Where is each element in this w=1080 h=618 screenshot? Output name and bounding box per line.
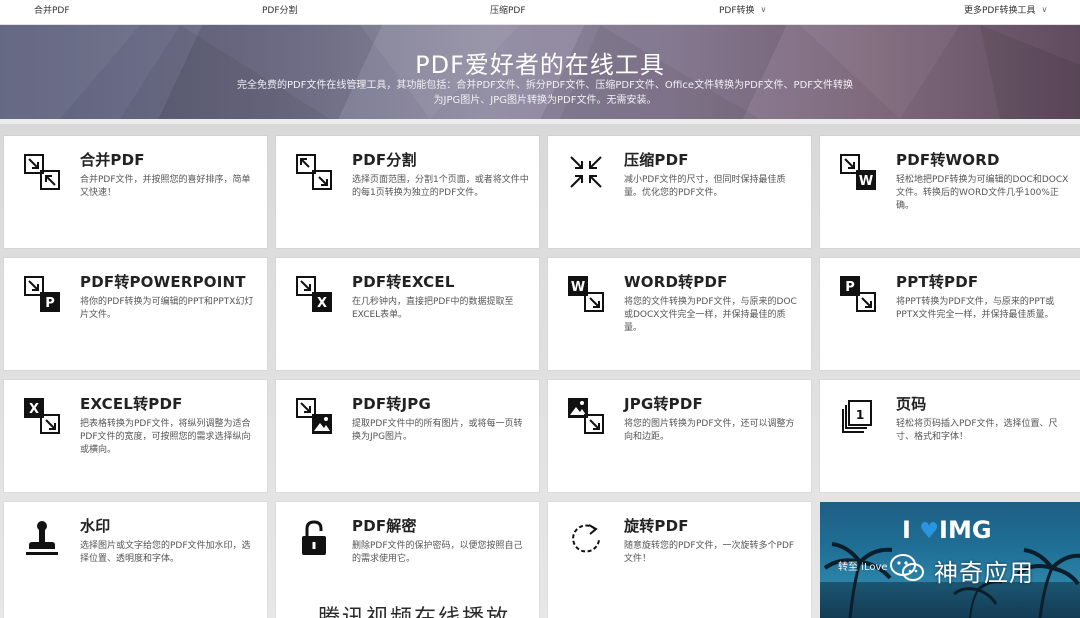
tool-title: JPG转PDF: [624, 395, 703, 413]
tool-description: 选择页面范围，分割1个页面，或者将文件中的每1页转换为独立的PDF文件。: [352, 175, 529, 198]
split-icon: [295, 153, 333, 191]
tool-title: PDF分割: [352, 151, 417, 169]
promo-brand-left: I: [902, 516, 911, 544]
tool-description: 选择图片或文字给您的PDF文件加水印，选择位置、透明度和字体。: [80, 541, 251, 564]
hero-title: PDF爱好者的在线工具: [415, 51, 665, 79]
svg-text:W: W: [571, 280, 585, 295]
nav-label: 合并PDF: [34, 6, 70, 16]
excel-to-pdf-icon: X: [23, 397, 61, 435]
chevron-down-icon: ∨: [760, 5, 767, 14]
compress-icon: [567, 153, 605, 191]
tool-title: PDF转WORD: [896, 151, 1000, 169]
hero-banner: PDF爱好者的在线工具 完全免费的PDF文件在线管理工具，其功能包括：合并PDF…: [0, 25, 1080, 119]
tool-description: 减小PDF文件的尺寸，但同时保持最佳质量。优化您的PDF文件。: [624, 175, 786, 198]
tool-title: EXCEL转PDF: [80, 395, 183, 413]
tool-title: 水印: [80, 517, 111, 535]
nav-label: 压缩PDF: [490, 6, 526, 16]
word-icon: W: [839, 153, 877, 191]
tool-description: 轻松将页码插入PDF文件，选择位置、尺寸、格式和字体！: [896, 419, 1058, 442]
tool-description: 在几秒钟内，直接把PDF中的数据提取至EXCEL表单。: [352, 297, 514, 320]
tool-card-merge-pdf[interactable]: 合并PDF 合并PDF文件，并按照您的喜好排序，简单又快速！: [4, 136, 267, 248]
tool-description: 将您的文件转换为PDF文件，与原来的DOC或DOCX文件完全一样，并保持最佳的质…: [624, 297, 797, 333]
promo-brand-right: IMG: [939, 516, 992, 544]
ppt-to-pdf-icon: P: [839, 275, 877, 313]
video-caption: 腾讯视频在线播放: [318, 600, 510, 618]
tool-title: WORD转PDF: [624, 273, 728, 291]
tool-title: 合并PDF: [80, 151, 145, 169]
tool-card-pdf-to-excel[interactable]: X PDF转EXCEL 在几秒钟内，直接把PDF中的数据提取至EXCEL表单。: [276, 258, 539, 370]
tool-title: 旋转PDF: [624, 517, 689, 535]
tool-card-rotate-pdf[interactable]: 旋转PDF 随意旋转您的PDF文件，一次旋转多个PDF文件！: [548, 502, 811, 618]
top-navigation: 合并PDF PDF分割 压缩PDF PDF转换 ∨ 更多PDF转换工具 ∨: [0, 0, 1080, 25]
promo-tagline: 转至 iLove: [838, 562, 888, 573]
tool-description: 把表格转换为PDF文件，将纵列调整为适合PDF文件的宽度，可按照您的需求选择纵向…: [80, 419, 251, 455]
nav-label: PDF转换: [719, 6, 755, 16]
nav-label: PDF分割: [262, 6, 298, 16]
powerpoint-icon: P: [23, 275, 61, 313]
hero-subtitle: 完全免费的PDF文件在线管理工具，其功能包括：合并PDF文件、拆分PDF文件、压…: [236, 80, 854, 106]
tool-card-pdf-to-jpg[interactable]: PDF转JPG 提取PDF文件中的所有图片，或将每一页转换为JPG图片。: [276, 380, 539, 492]
tool-title: 页码: [896, 395, 927, 413]
nav-more-tools-dropdown[interactable]: 更多PDF转换工具 ∨: [964, 0, 1047, 24]
wechat-icon: [890, 554, 924, 581]
heart-icon: ♥: [919, 519, 940, 544]
svg-text:X: X: [29, 402, 39, 417]
tool-description: 将你的PDF转换为可编辑的PPT和PPTX幻灯片文件。: [80, 297, 254, 320]
merge-icon: [23, 153, 61, 191]
tool-description: 合并PDF文件，并按照您的喜好排序，简单又快速！: [80, 175, 251, 198]
tool-title: PDF解密: [352, 517, 417, 535]
promo-brand-logo: I ♥IMG: [902, 516, 992, 544]
tool-card-word-to-pdf[interactable]: W WORD转PDF 将您的文件转换为PDF文件，与原来的DOC或DOCX文件完…: [548, 258, 811, 370]
word-to-pdf-icon: W: [567, 275, 605, 313]
rotate-icon: [567, 519, 605, 557]
watermark-text: 神奇应用: [934, 559, 1034, 587]
watermark-stamp-icon: [23, 519, 61, 557]
svg-text:W: W: [859, 174, 873, 189]
svg-text:1: 1: [856, 408, 864, 422]
tool-description: 删除PDF文件的保护密码，以便您按照自己的需求使用它。: [352, 541, 523, 564]
tool-description: 将PPT转换为PDF文件，与原来的PPT或PPTX文件完全一样，并保持最佳质量。: [896, 297, 1055, 320]
tool-title: PDF转POWERPOINT: [80, 273, 246, 291]
tool-card-split-pdf[interactable]: PDF分割 选择页面范围，分割1个页面，或者将文件中的每1页转换为独立的PDF文…: [276, 136, 539, 248]
svg-text:P: P: [45, 296, 55, 311]
tool-description: 随意旋转您的PDF文件，一次旋转多个PDF文件！: [624, 541, 795, 564]
nav-convert-pdf-dropdown[interactable]: PDF转换 ∨: [719, 0, 766, 24]
tool-description: 轻松地把PDF转换为可编辑的DOC和DOCX文件。转换后的WORD文件几乎100…: [896, 175, 1069, 211]
svg-text:P: P: [845, 280, 855, 295]
unlock-icon: [295, 519, 333, 557]
excel-icon: X: [295, 275, 333, 313]
nav-compress-pdf[interactable]: 压缩PDF: [490, 0, 526, 24]
tool-card-ppt-to-pdf[interactable]: P PPT转PDF 将PPT转换为PDF文件，与原来的PPT或PPTX文件完全一…: [820, 258, 1080, 370]
jpg-to-pdf-icon: [567, 397, 605, 435]
tool-description: 将您的图片转换为PDF文件，还可以调整方向和边距。: [624, 419, 795, 442]
tool-card-pdf-to-powerpoint[interactable]: P PDF转POWERPOINT 将你的PDF转换为可编辑的PPT和PPTX幻灯…: [4, 258, 267, 370]
nav-split-pdf[interactable]: PDF分割: [262, 0, 298, 24]
tool-card-watermark[interactable]: 水印 选择图片或文字给您的PDF文件加水印，选择位置、透明度和字体。: [4, 502, 267, 618]
tools-grid: 合并PDF 合并PDF文件，并按照您的喜好排序，简单又快速！ PDF分割 选择页…: [0, 124, 1080, 618]
nav-label: 更多PDF转换工具: [964, 6, 1036, 16]
tool-title: PDF转EXCEL: [352, 273, 455, 291]
tool-title: 压缩PDF: [624, 151, 689, 169]
tool-card-compress-pdf[interactable]: 压缩PDF 减小PDF文件的尺寸，但同时保持最佳质量。优化您的PDF文件。: [548, 136, 811, 248]
tool-card-page-numbers[interactable]: 1 页码 轻松将页码插入PDF文件，选择位置、尺寸、格式和字体！: [820, 380, 1080, 492]
tool-title: PPT转PDF: [896, 273, 979, 291]
tool-card-excel-to-pdf[interactable]: X EXCEL转PDF 把表格转换为PDF文件，将纵列调整为适合PDF文件的宽度…: [4, 380, 267, 492]
tool-description: 提取PDF文件中的所有图片，或将每一页转换为JPG图片。: [352, 419, 523, 442]
chevron-down-icon: ∨: [1041, 5, 1048, 14]
page-number-icon: 1: [839, 397, 877, 435]
pdf-to-jpg-icon: [295, 397, 333, 435]
tool-title: PDF转JPG: [352, 395, 431, 413]
nav-merge-pdf[interactable]: 合并PDF: [34, 0, 70, 24]
tool-card-jpg-to-pdf[interactable]: JPG转PDF 将您的图片转换为PDF文件，还可以调整方向和边距。: [548, 380, 811, 492]
svg-text:X: X: [317, 296, 327, 311]
tool-card-pdf-to-word[interactable]: W PDF转WORD 轻松地把PDF转换为可编辑的DOC和DOCX文件。转换后的…: [820, 136, 1080, 248]
